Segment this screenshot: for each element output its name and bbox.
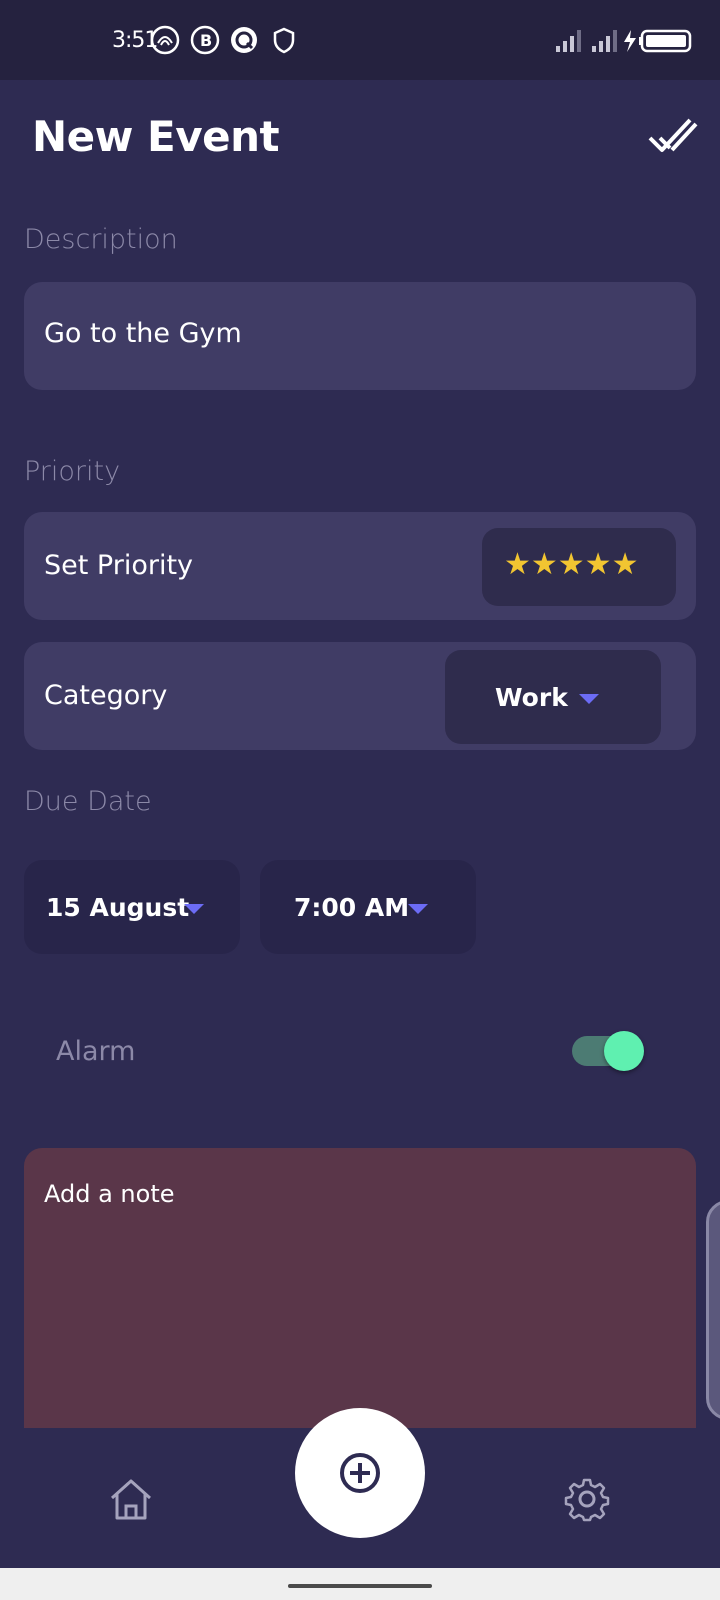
description-label: Description — [24, 224, 178, 255]
time-dropdown[interactable]: 7:00 AM — [260, 860, 476, 954]
stars: ★★★★★ — [504, 548, 639, 581]
chevron-down-icon — [579, 694, 599, 704]
category-label: Category — [44, 680, 168, 711]
svg-text:B: B — [200, 31, 212, 50]
priority-label: Priority — [24, 456, 121, 487]
category-row: Category Work — [24, 642, 696, 750]
star-rating[interactable]: ★★★★★ — [482, 528, 676, 606]
due-date-label: Due Date — [24, 786, 152, 817]
priority-row: Set Priority ★★★★★ — [24, 512, 696, 620]
chevron-down-icon — [408, 904, 428, 914]
description-value: Go to the Gym — [44, 318, 242, 349]
set-priority-label: Set Priority — [44, 550, 194, 581]
status-bar: 3:51 B — [0, 0, 720, 80]
time-value: 7:00 AM — [294, 893, 410, 922]
signal-icon — [556, 30, 581, 52]
add-button[interactable] — [295, 1408, 425, 1538]
toggle-knob[interactable] — [604, 1031, 644, 1071]
b-app-icon: B — [190, 25, 220, 55]
page-title: New Event — [32, 112, 280, 161]
status-right-icons — [556, 29, 692, 53]
home-icon[interactable] — [108, 1476, 154, 1522]
note-placeholder: Add a note — [44, 1180, 175, 1208]
date-dropdown[interactable]: 15 August — [24, 860, 240, 954]
note-input[interactable]: Add a note — [24, 1148, 696, 1448]
add-icon — [340, 1453, 380, 1493]
phoenix-icon — [150, 25, 180, 55]
date-value: 15 August — [46, 893, 190, 922]
chevron-down-icon — [184, 904, 204, 914]
description-input[interactable]: Go to the Gym — [24, 282, 696, 390]
battery-icon — [639, 29, 692, 53]
category-value: Work — [495, 683, 568, 712]
signal-icon — [592, 30, 617, 52]
settings-icon[interactable] — [564, 1476, 610, 1522]
category-dropdown[interactable]: Work — [445, 650, 661, 744]
q-app-icon — [231, 27, 257, 53]
shield-icon — [273, 27, 295, 54]
double-check-icon[interactable] — [646, 112, 698, 160]
charging-icon — [624, 30, 636, 52]
side-handle[interactable] — [706, 1200, 720, 1420]
alarm-label: Alarm — [56, 1036, 136, 1067]
gesture-handle[interactable] — [288, 1584, 432, 1588]
